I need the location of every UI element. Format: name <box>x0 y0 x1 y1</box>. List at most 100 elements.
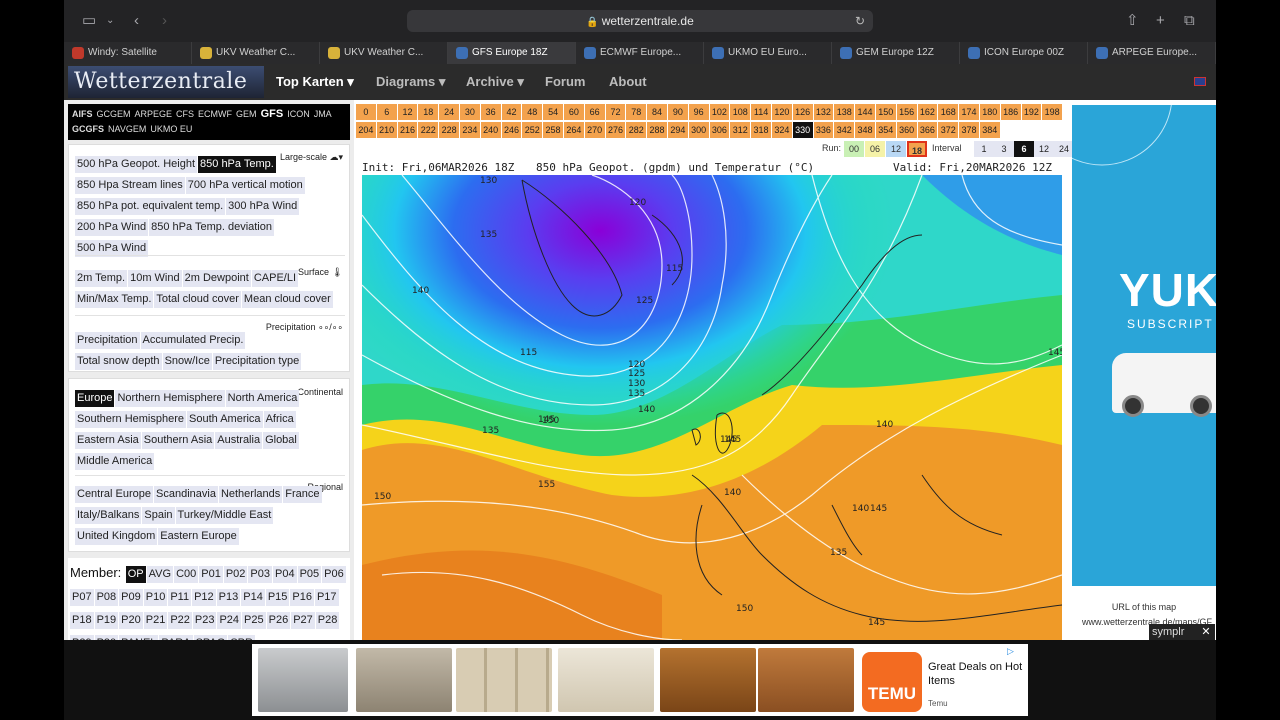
side-ad[interactable]: YUK SUBSCRIPT URL of this map www.wetter… <box>1072 100 1216 640</box>
timestep-222[interactable]: 222 <box>418 122 440 138</box>
timestep-96[interactable]: 96 <box>688 104 710 120</box>
timestep-72[interactable]: 72 <box>605 104 627 120</box>
member-p08[interactable]: P08 <box>94 589 119 606</box>
timestep-162[interactable]: 162 <box>917 104 939 120</box>
timestep-336[interactable]: 336 <box>813 122 835 138</box>
surface-mean-cloud-cover[interactable]: Mean cloud cover <box>241 291 333 308</box>
timestep-252[interactable]: 252 <box>522 122 544 138</box>
chevron-down-icon[interactable]: ⌄ <box>106 11 114 31</box>
timestep-180[interactable]: 180 <box>979 104 1001 120</box>
timestep-228[interactable]: 228 <box>439 122 460 138</box>
temu-banner[interactable]: TEMU Great Deals on Hot Items Temu ▷ <box>252 644 1028 716</box>
timestep-30[interactable]: 30 <box>459 104 481 120</box>
member-p09[interactable]: P09 <box>119 589 143 606</box>
run-18[interactable]: 18 <box>907 141 927 157</box>
timestep-132[interactable]: 132 <box>813 104 835 120</box>
timestep-360[interactable]: 360 <box>896 122 918 138</box>
member-p22[interactable]: P22 <box>168 612 192 629</box>
timestep-288[interactable]: 288 <box>647 122 668 138</box>
continental-australia[interactable]: Australia <box>215 432 263 449</box>
timestep-324[interactable]: 324 <box>771 122 793 138</box>
member-p05[interactable]: P05 <box>297 566 322 583</box>
product-drain-image[interactable] <box>258 648 348 712</box>
timestep-150[interactable]: 150 <box>875 104 897 120</box>
surface-2m-temp[interactable]: 2m Temp. <box>75 270 128 287</box>
timestep-264[interactable]: 264 <box>563 122 585 138</box>
member-p25[interactable]: P25 <box>242 612 266 629</box>
timestep-24[interactable]: 24 <box>439 104 460 120</box>
surface-2m-dewpoint[interactable]: 2m Dewpoint <box>182 270 251 287</box>
timestep-174[interactable]: 174 <box>959 104 980 120</box>
timestep-312[interactable]: 312 <box>730 122 752 138</box>
product-shelf-wood-image[interactable] <box>758 648 854 712</box>
timestep-114[interactable]: 114 <box>751 104 772 120</box>
largescale-500-hpa-geopot-height[interactable]: 500 hPa Geopot. Height <box>75 156 198 173</box>
model-gem[interactable]: GEM <box>236 109 257 119</box>
run-06[interactable]: 06 <box>865 141 885 157</box>
regional-united-kingdom[interactable]: United Kingdom <box>75 528 158 545</box>
model-cfs[interactable]: CFS <box>176 109 194 119</box>
continental-europe[interactable]: Europe <box>75 390 115 407</box>
largescale-850-hpa-pot-equivalent-temp[interactable]: 850 hPa pot. equivalent temp. <box>75 198 226 215</box>
timestep-126[interactable]: 126 <box>792 104 814 120</box>
member-p14[interactable]: P14 <box>241 589 265 606</box>
member-avg[interactable]: AVG <box>146 566 174 583</box>
nav-about[interactable]: About <box>609 74 647 89</box>
member-p13[interactable]: P13 <box>216 589 241 606</box>
surface-cape-li[interactable]: CAPE/LI <box>251 270 299 287</box>
reload-icon[interactable]: ↻ <box>855 10 865 32</box>
timestep-198[interactable]: 198 <box>1042 104 1064 120</box>
timestep-204[interactable]: 204 <box>356 122 377 138</box>
member-p06[interactable]: P06 <box>322 566 346 583</box>
continental-northern-hemisphere[interactable]: Northern Hemisphere <box>115 390 225 407</box>
continental-global[interactable]: Global <box>263 432 299 449</box>
timestep-234[interactable]: 234 <box>459 122 481 138</box>
continental-southern-hemisphere[interactable]: Southern Hemisphere <box>75 411 187 428</box>
timestep-36[interactable]: 36 <box>480 104 502 120</box>
precip-accumulated-precip[interactable]: Accumulated Precip. <box>140 332 246 349</box>
timestep-90[interactable]: 90 <box>667 104 689 120</box>
timestep-78[interactable]: 78 <box>626 104 648 120</box>
timestep-294[interactable]: 294 <box>667 122 689 138</box>
member-p07[interactable]: P07 <box>70 589 94 606</box>
largescale-850-hpa-stream-lines[interactable]: 850 Hpa Stream lines <box>75 177 185 194</box>
nav-archive[interactable]: Archive ▾ <box>466 74 524 90</box>
model-arpege[interactable]: ARPEGE <box>135 109 173 119</box>
member-p04[interactable]: P04 <box>273 566 297 583</box>
timestep-246[interactable]: 246 <box>501 122 523 138</box>
close-icon[interactable]: ✕ <box>1199 624 1213 640</box>
timestep-84[interactable]: 84 <box>647 104 668 120</box>
tab-9[interactable]: ARPEGE Europe... <box>1088 42 1216 64</box>
member-p28[interactable]: P28 <box>315 612 340 629</box>
timestep-192[interactable]: 192 <box>1021 104 1043 120</box>
product-cabinet-image[interactable] <box>660 648 756 712</box>
interval-6[interactable]: 6 <box>1014 141 1034 157</box>
timestep-372[interactable]: 372 <box>938 122 960 138</box>
model-jma[interactable]: JMA <box>314 109 332 119</box>
timestep-108[interactable]: 108 <box>730 104 752 120</box>
interval-1[interactable]: 1 <box>974 141 994 157</box>
timestep-144[interactable]: 144 <box>855 104 876 120</box>
member-c00[interactable]: C00 <box>174 566 199 583</box>
continental-middle-america[interactable]: Middle America <box>75 453 155 470</box>
largescale-300-hpa-wind[interactable]: 300 hPa Wind <box>226 198 300 215</box>
model-aifs[interactable]: AIFS <box>72 109 93 119</box>
timestep-366[interactable]: 366 <box>917 122 939 138</box>
timestep-384[interactable]: 384 <box>979 122 1001 138</box>
continental-north-america[interactable]: North America <box>225 390 300 407</box>
timestep-6[interactable]: 6 <box>376 104 398 120</box>
model-ukmo-eu[interactable]: UKMO EU <box>150 124 192 134</box>
timestep-54[interactable]: 54 <box>543 104 564 120</box>
continental-south-america[interactable]: South America <box>187 411 263 428</box>
member-p24[interactable]: P24 <box>217 612 242 629</box>
member-p19[interactable]: P19 <box>94 612 119 629</box>
ad-headline-text[interactable]: Great Deals on Hot Items <box>928 660 1024 688</box>
timestep-258[interactable]: 258 <box>543 122 564 138</box>
run-12[interactable]: 12 <box>886 141 906 157</box>
tab-4[interactable]: GFS Europe 18Z <box>448 42 576 64</box>
precip-snow-ice[interactable]: Snow/Ice <box>162 353 212 370</box>
timestep-138[interactable]: 138 <box>834 104 856 120</box>
share-icon[interactable]: ⇧ <box>1126 11 1139 31</box>
timestep-216[interactable]: 216 <box>397 122 419 138</box>
surface-total-cloud-cover[interactable]: Total cloud cover <box>154 291 241 308</box>
